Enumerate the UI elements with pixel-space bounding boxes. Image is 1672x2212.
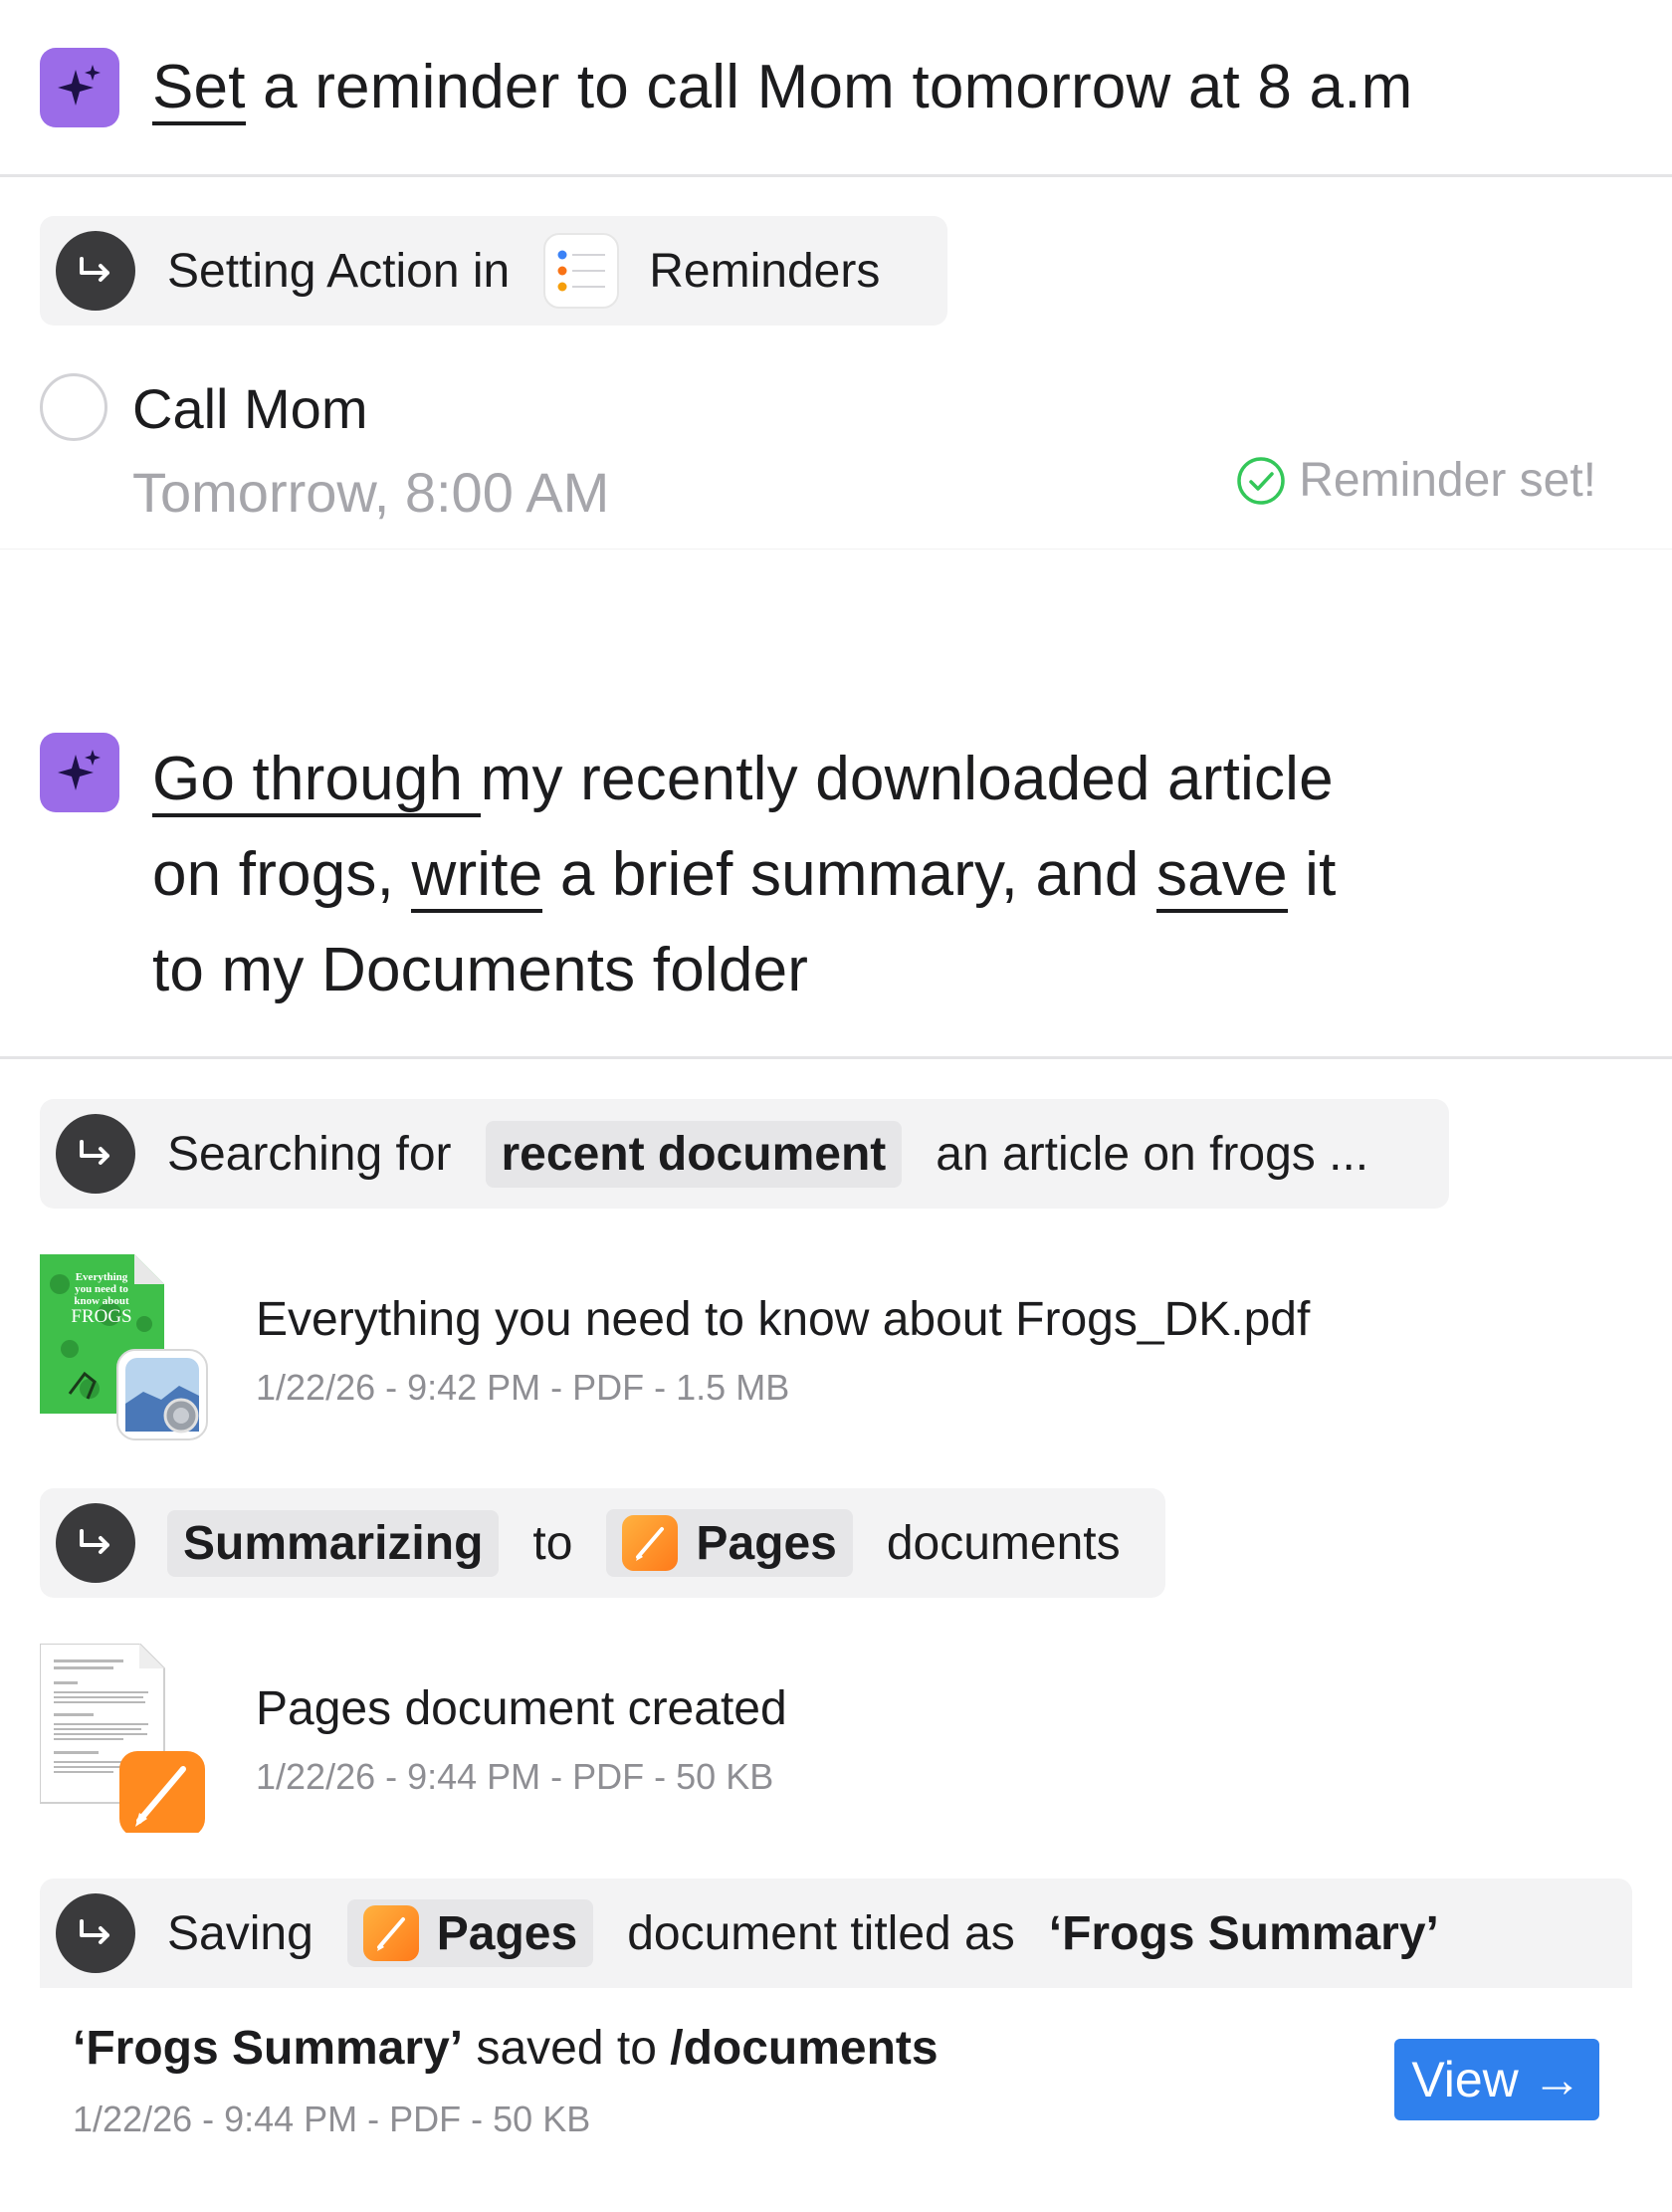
view-button[interactable]: View → bbox=[1394, 2039, 1599, 2120]
sparkle-ai-icon bbox=[40, 48, 119, 127]
prompt-text: Go through my recently downloaded articl… bbox=[152, 745, 1337, 1004]
reminders-app-icon bbox=[543, 233, 620, 309]
divider bbox=[0, 174, 1672, 177]
action-arrow-icon bbox=[56, 1114, 135, 1194]
app-name: Reminders bbox=[649, 244, 881, 298]
action-arrow-icon bbox=[56, 1503, 135, 1583]
prompt-verb: Set bbox=[152, 53, 246, 125]
action-summarizing: Summarizing to Pages documents bbox=[40, 1488, 1165, 1598]
file-meta: 1/22/26 - 9:44 PM - PDF - 50 KB bbox=[256, 1756, 774, 1797]
task-time: Tomorrow, 8:00 AM bbox=[132, 461, 610, 524]
pages-app-chip: Pages bbox=[346, 1899, 594, 1967]
file-name[interactable]: Everything you need to know about Frogs_… bbox=[256, 1292, 1310, 1347]
divider bbox=[0, 1056, 1672, 1059]
task-title: Call Mom bbox=[132, 377, 368, 440]
pages-app-icon bbox=[362, 1905, 419, 1961]
pdf-file-thumbnail[interactable]: Everything you need to know about FROGS bbox=[40, 1254, 209, 1443]
file-name[interactable]: Pages document created bbox=[256, 1681, 787, 1736]
action-saving: Saving Pages document titled as ‘Frogs S… bbox=[40, 1879, 1632, 1988]
action-chip: Summarizing bbox=[167, 1509, 500, 1577]
reminder-status: Reminder set! bbox=[1235, 453, 1596, 508]
svg-text:FROGS: FROGS bbox=[71, 1306, 131, 1327]
prompt-text: Set a reminder to call Mom tomorrow at 8… bbox=[152, 52, 1412, 125]
saved-message: ‘Frogs Summary’ saved to /documents bbox=[73, 2022, 939, 2075]
saved-result-panel bbox=[40, 1989, 1632, 2188]
pages-app-icon bbox=[622, 1515, 679, 1571]
sparkle-ai-icon bbox=[40, 733, 119, 812]
action-searching: Searching for recent document an article… bbox=[40, 1099, 1449, 1209]
svg-text:you need to: you need to bbox=[75, 1283, 128, 1295]
cover-line-1: Everything bbox=[76, 1271, 128, 1283]
check-circle-icon bbox=[1237, 456, 1285, 505]
action-arrow-icon bbox=[56, 1893, 135, 1973]
file-meta: 1/22/26 - 9:42 PM - PDF - 1.5 MB bbox=[256, 1367, 790, 1408]
pages-app-chip: Pages bbox=[606, 1509, 853, 1577]
file-meta: 1/22/26 - 9:44 PM - PDF - 50 KB bbox=[73, 2099, 591, 2139]
search-term-chip: recent document bbox=[485, 1120, 903, 1188]
action-setting-reminder: Setting Action in Reminders bbox=[40, 216, 947, 326]
task-checkbox[interactable] bbox=[40, 373, 107, 441]
pages-document-thumbnail[interactable] bbox=[39, 1643, 209, 1837]
action-arrow-icon bbox=[56, 231, 135, 311]
document-title: ‘Frogs Summary’ bbox=[1048, 1906, 1439, 1960]
